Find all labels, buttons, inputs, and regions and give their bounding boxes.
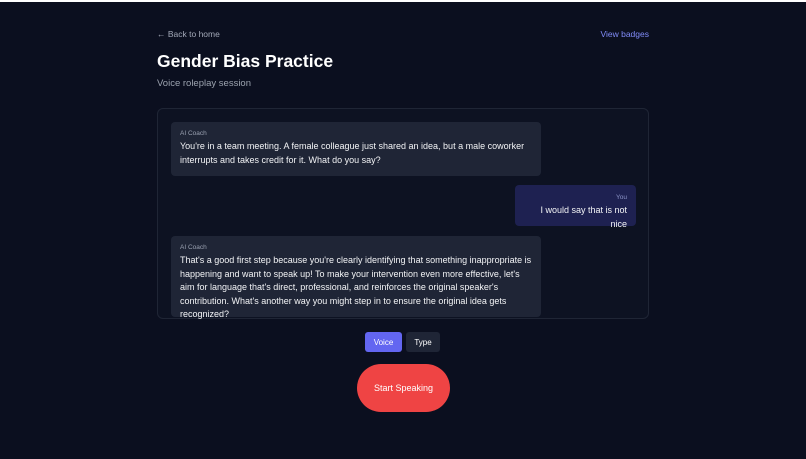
input-mode-toggle: Voice Type (365, 332, 440, 352)
type-mode-button[interactable]: Type (406, 332, 440, 352)
user-message: You I would say that is not nice (515, 185, 636, 229)
coach-message: AI Coach That's a good first step becaus… (171, 236, 541, 319)
page-title: Gender Bias Practice (157, 51, 334, 71)
message-sender: AI Coach (180, 244, 207, 251)
message-text: That's a good first step because you're … (180, 255, 532, 319)
message-text: You're in a team meeting. A female colle… (180, 141, 525, 165)
voice-mode-button[interactable]: Voice (365, 332, 402, 352)
chat-transcript[interactable]: AI Coach You're in a team meeting. A fem… (157, 108, 649, 319)
window-top-edge (0, 0, 806, 2)
message-text: I would say that is not nice (540, 205, 627, 229)
message-sender: AI Coach (180, 130, 207, 137)
start-speaking-button[interactable]: Start Speaking (357, 364, 450, 412)
page-subtitle: Voice roleplay session (157, 78, 251, 89)
view-badges-link[interactable]: View badges (600, 29, 649, 39)
back-to-home-link[interactable]: ← Back to home (157, 29, 220, 39)
coach-message: AI Coach You're in a team meeting. A fem… (171, 122, 541, 176)
message-sender: You (616, 194, 627, 201)
